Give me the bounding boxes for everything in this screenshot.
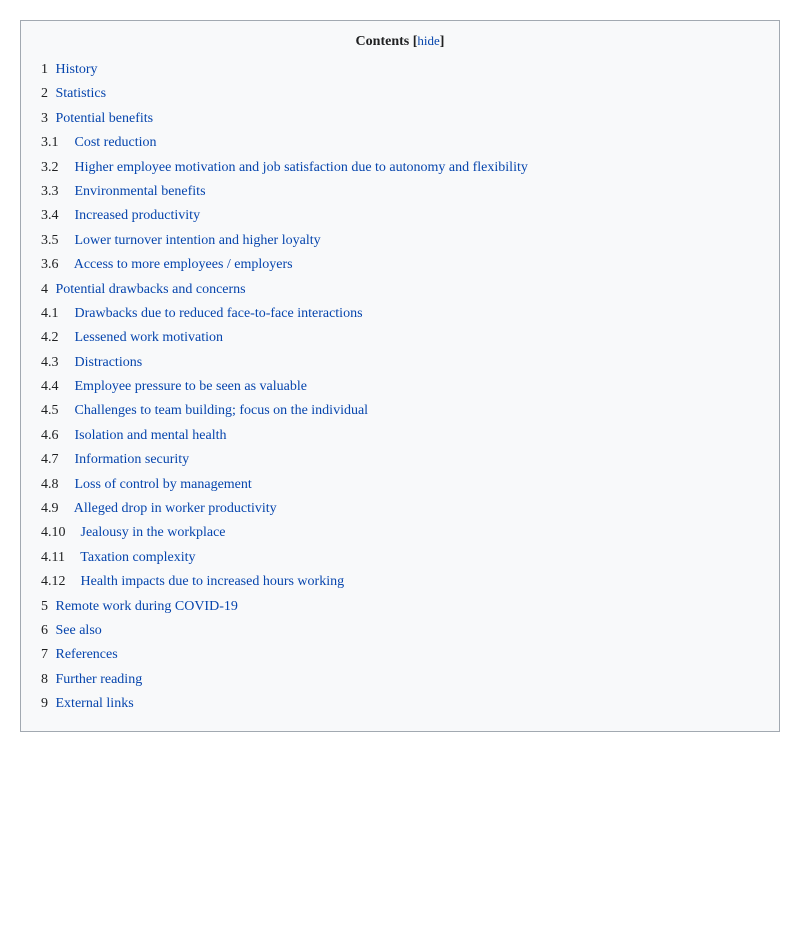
toc-list: 1 History 2 Statistics 3 Potential benef… bbox=[41, 58, 759, 717]
toc-num: 4.5 bbox=[41, 400, 71, 422]
toc-link-4-5[interactable]: Challenges to team building; focus on th… bbox=[75, 403, 369, 418]
list-item: 3.4 Increased productivity bbox=[41, 204, 759, 228]
hide-link[interactable]: hide bbox=[417, 33, 439, 48]
list-item: 4 Potential drawbacks and concerns bbox=[41, 278, 759, 302]
toc-link-potential-drawbacks[interactable]: Potential drawbacks and concerns bbox=[56, 282, 246, 297]
toc-link-4-1[interactable]: Drawbacks due to reduced face-to-face in… bbox=[75, 306, 363, 321]
toc-link-4-10[interactable]: Jealousy in the workplace bbox=[81, 525, 226, 540]
toc-num: 4.8 bbox=[41, 474, 71, 496]
toc-num: 7 bbox=[41, 647, 48, 662]
toc-num: 4 bbox=[41, 282, 48, 297]
toc-link-further-reading[interactable]: Further reading bbox=[56, 672, 143, 687]
toc-link-3-1[interactable]: Cost reduction bbox=[75, 135, 157, 150]
toc-link-4-8[interactable]: Loss of control by management bbox=[75, 477, 252, 492]
toc-num: 4.10 bbox=[41, 522, 77, 544]
toc-link-statistics[interactable]: Statistics bbox=[56, 86, 107, 101]
toc-num: 8 bbox=[41, 672, 48, 687]
list-item: 2 Statistics bbox=[41, 82, 759, 106]
list-item: 4.10 Jealousy in the workplace bbox=[41, 521, 759, 545]
list-item: 4.2 Lessened work motivation bbox=[41, 326, 759, 350]
list-item: 7 References bbox=[41, 643, 759, 667]
list-item: 4.11 Taxation complexity bbox=[41, 546, 759, 570]
toc-num: 3.1 bbox=[41, 132, 71, 154]
toc-num: 1 bbox=[41, 62, 48, 77]
toc-link-4-2[interactable]: Lessened work motivation bbox=[75, 330, 224, 345]
toc-num: 9 bbox=[41, 696, 48, 711]
toc-link-references[interactable]: References bbox=[56, 647, 118, 662]
toc-link-4-6[interactable]: Isolation and mental health bbox=[75, 428, 227, 443]
toc-link-4-9[interactable]: Alleged drop in worker productivity bbox=[74, 501, 277, 516]
toc-num: 3.5 bbox=[41, 230, 71, 252]
toc-title-text: Contents bbox=[356, 34, 410, 49]
toc-num: 4.6 bbox=[41, 425, 71, 447]
toc-link-3-4[interactable]: Increased productivity bbox=[75, 208, 201, 223]
toc-link-potential-benefits[interactable]: Potential benefits bbox=[56, 111, 154, 126]
list-item: 3.2 Higher employee motivation and job s… bbox=[41, 156, 759, 180]
toc-link-4-3[interactable]: Distractions bbox=[75, 355, 143, 370]
list-item: 4.6 Isolation and mental health bbox=[41, 424, 759, 448]
list-item: 4.4 Employee pressure to be seen as valu… bbox=[41, 375, 759, 399]
list-item: 4.8 Loss of control by management bbox=[41, 473, 759, 497]
toc-num: 4.9 bbox=[41, 498, 71, 520]
toc-num: 4.2 bbox=[41, 327, 71, 349]
toc-link-4-11[interactable]: Taxation complexity bbox=[80, 550, 195, 565]
toc-num: 3 bbox=[41, 111, 48, 126]
toc-link-covid[interactable]: Remote work during COVID-19 bbox=[56, 599, 238, 614]
toc-link-history[interactable]: History bbox=[56, 62, 98, 77]
toc-num: 4.12 bbox=[41, 571, 77, 593]
toc-num: 3.4 bbox=[41, 205, 71, 227]
toc-num: 4.3 bbox=[41, 352, 71, 374]
toc-link-4-7[interactable]: Information security bbox=[75, 452, 190, 467]
list-item: 3.3 Environmental benefits bbox=[41, 180, 759, 204]
toc-link-external-links[interactable]: External links bbox=[56, 696, 134, 711]
list-item: 4.1 Drawbacks due to reduced face-to-fac… bbox=[41, 302, 759, 326]
list-item: 3.1 Cost reduction bbox=[41, 131, 759, 155]
toc-num: 6 bbox=[41, 623, 48, 638]
list-item: 4.7 Information security bbox=[41, 448, 759, 472]
list-item: 4.5 Challenges to team building; focus o… bbox=[41, 399, 759, 423]
toc-link-see-also[interactable]: See also bbox=[56, 623, 102, 638]
list-item: 4.3 Distractions bbox=[41, 351, 759, 375]
list-item: 6 See also bbox=[41, 619, 759, 643]
toc-link-4-12[interactable]: Health impacts due to increased hours wo… bbox=[81, 574, 345, 589]
list-item: 8 Further reading bbox=[41, 668, 759, 692]
toc-num: 4.4 bbox=[41, 376, 71, 398]
table-of-contents: Contents [hide] 1 History 2 Statistics 3… bbox=[20, 20, 780, 732]
toc-link-3-5[interactable]: Lower turnover intention and higher loya… bbox=[75, 233, 321, 248]
list-item: 3 Potential benefits bbox=[41, 107, 759, 131]
list-item: 9 External links bbox=[41, 692, 759, 716]
toc-num: 4.1 bbox=[41, 303, 71, 325]
toc-title: Contents [hide] bbox=[41, 33, 759, 50]
toc-link-3-2[interactable]: Higher employee motivation and job satis… bbox=[75, 160, 528, 175]
toc-num: 5 bbox=[41, 599, 48, 614]
toc-num: 3.3 bbox=[41, 181, 71, 203]
toc-num: 2 bbox=[41, 86, 48, 101]
list-item: 5 Remote work during COVID-19 bbox=[41, 595, 759, 619]
toc-num: 4.11 bbox=[41, 547, 77, 569]
list-item: 4.9 Alleged drop in worker productivity bbox=[41, 497, 759, 521]
toc-link-3-3[interactable]: Environmental benefits bbox=[75, 184, 206, 199]
toc-link-3-6[interactable]: Access to more employees / employers bbox=[74, 257, 293, 272]
toc-bracket-close: ] bbox=[440, 34, 445, 49]
toc-num: 4.7 bbox=[41, 449, 71, 471]
toc-num: 3.2 bbox=[41, 157, 71, 179]
list-item: 1 History bbox=[41, 58, 759, 82]
toc-link-4-4[interactable]: Employee pressure to be seen as valuable bbox=[75, 379, 307, 394]
list-item: 3.5 Lower turnover intention and higher … bbox=[41, 229, 759, 253]
toc-num: 3.6 bbox=[41, 254, 71, 276]
list-item: 4.12 Health impacts due to increased hou… bbox=[41, 570, 759, 594]
list-item: 3.6 Access to more employees / employers bbox=[41, 253, 759, 277]
